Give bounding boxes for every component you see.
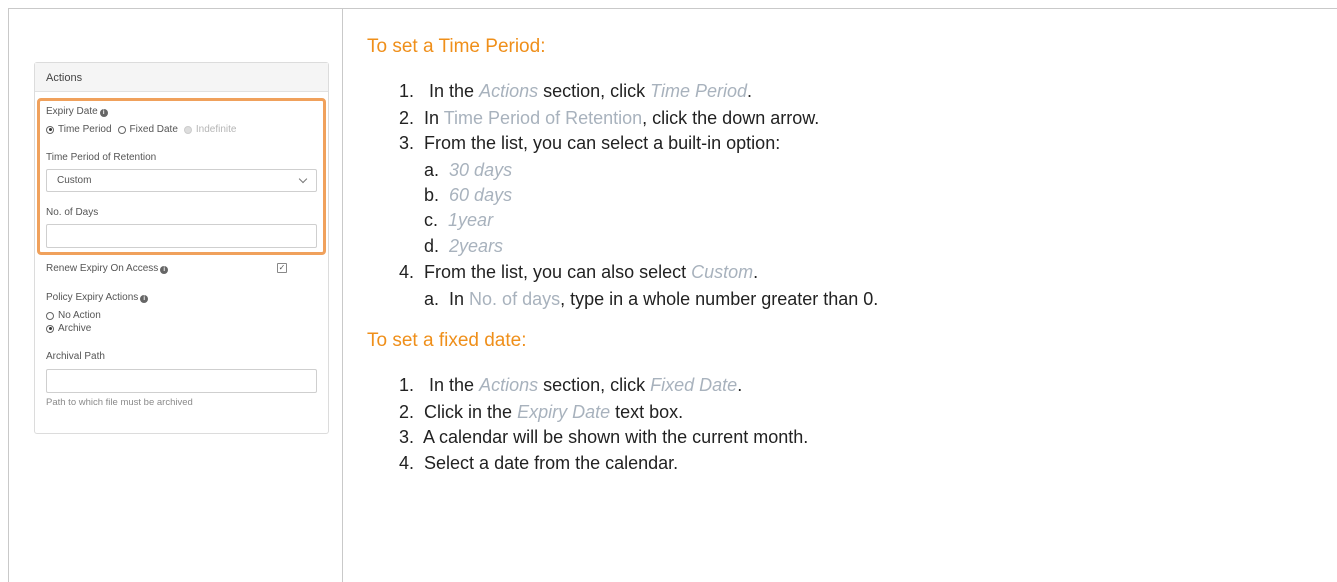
archival-help-text: Path to which file must be archived	[46, 397, 193, 408]
renew-expiry-label: Renew Expiry On Access i	[46, 263, 169, 274]
list-item: c. 1year	[424, 210, 494, 230]
list-item: 4. Select a date from the calendar.	[399, 453, 679, 473]
radio-no-action-row[interactable]: No Action	[46, 310, 101, 321]
info-icon: i	[99, 109, 108, 117]
radio-archive-row[interactable]: Archive	[46, 323, 91, 334]
info-icon: i	[160, 266, 169, 274]
time-period-label: Time Period of Retention	[46, 152, 157, 163]
days-label: No. of Days	[46, 207, 99, 218]
archival-path-input[interactable]	[46, 369, 317, 393]
info-icon: i	[140, 295, 149, 303]
list-item: 1. In the Actions section, click Fixed D…	[399, 375, 743, 395]
renew-expiry-checkbox[interactable]: ✓	[277, 263, 287, 273]
column-divider	[342, 8, 343, 582]
chevron-down-icon	[298, 174, 308, 184]
list-item: b. 60 days	[424, 185, 513, 205]
section-title-fixed-date: To set a fixed date:	[367, 330, 527, 351]
list-item: 4. From the list, you can also select Cu…	[399, 262, 759, 282]
radio-time-period[interactable]	[46, 125, 54, 134]
expiry-date-radio-group[interactable]: Time Period Fixed Date Indefinite	[46, 124, 237, 135]
list-item: d. 2years	[424, 236, 504, 256]
list-item: 3. From the list, you can select a built…	[399, 133, 781, 153]
time-period-select[interactable]: Custom	[46, 169, 317, 192]
list-item: a. 30 days	[424, 160, 513, 180]
archival-path-label: Archival Path	[46, 351, 105, 362]
list-item: 2. In Time Period of Retention, click th…	[399, 108, 820, 128]
radio-indefinite	[183, 125, 192, 134]
section-title-time-period: To set a Time Period:	[367, 36, 546, 57]
radio-fixed-date[interactable]	[117, 125, 126, 134]
list-item: 1. In the Actions section, click Time Pe…	[399, 81, 753, 101]
list-item: 2. Click in the Expiry Date text box.	[399, 402, 684, 422]
policy-expiry-label: Policy Expiry Actions i	[46, 292, 149, 303]
list-item: 3. A calendar will be shown with the cur…	[399, 427, 809, 447]
actions-panel-header: Actions	[35, 63, 328, 92]
days-input[interactable]	[46, 224, 317, 248]
list-item: a. In No. of days, type in a whole numbe…	[424, 289, 879, 309]
radio-no-action[interactable]	[46, 311, 54, 320]
expiry-date-label: Expiry Date i	[46, 106, 108, 117]
radio-archive[interactable]	[46, 324, 54, 333]
